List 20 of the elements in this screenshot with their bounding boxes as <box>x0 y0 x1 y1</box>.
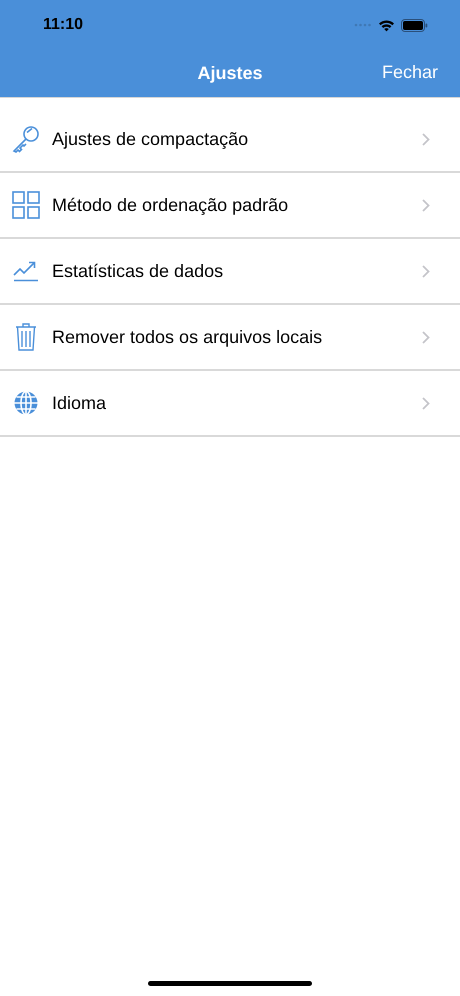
battery-icon <box>401 18 428 32</box>
globe-icon <box>13 390 39 416</box>
screen-title: Ajustes <box>197 63 263 84</box>
trash-icon <box>15 323 37 351</box>
chevron-icon <box>422 132 430 146</box>
row-label: Estatísticas de dados <box>52 260 224 282</box>
row-label: Remover todos os arquivos locais <box>52 326 324 348</box>
row-label: Método de ordenação padrão <box>52 194 290 216</box>
row-label: Ajustes de compactação <box>52 128 250 150</box>
row-label: Idioma <box>52 392 108 414</box>
wifi-icon <box>378 18 395 32</box>
status-time: 11:10 <box>43 16 84 34</box>
chevron-icon <box>422 198 430 212</box>
chevron-icon <box>422 264 430 278</box>
chevron-icon <box>422 396 430 410</box>
key-icon <box>11 124 41 154</box>
chart-icon <box>13 260 39 282</box>
grid-icon <box>12 191 40 219</box>
signal-icon <box>354 23 372 27</box>
chevron-icon <box>422 330 430 344</box>
